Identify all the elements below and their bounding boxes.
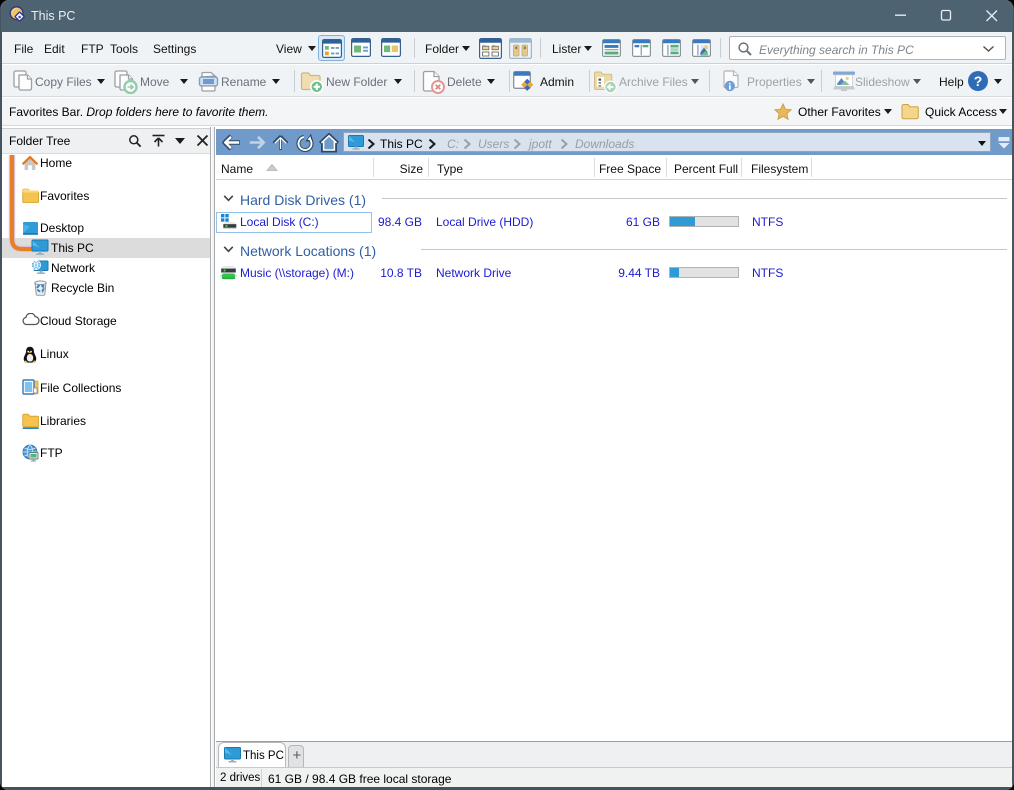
svg-text:?: ? — [974, 73, 983, 89]
